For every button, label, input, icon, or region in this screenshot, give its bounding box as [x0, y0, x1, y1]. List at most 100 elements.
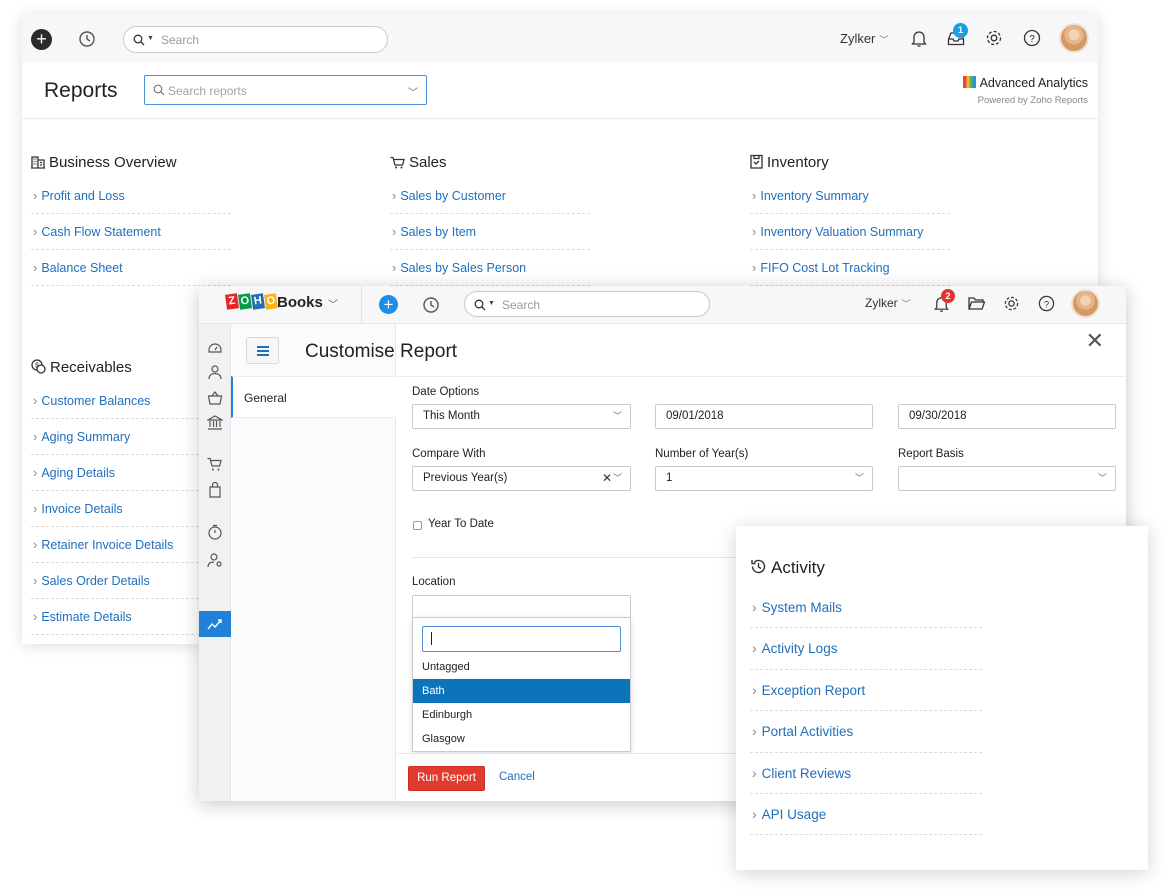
report-link[interactable]: › Customer Balances [31, 383, 199, 419]
report-link[interactable]: › Invoice Details [31, 491, 199, 527]
advanced-analytics-link[interactable]: Advanced Analytics Powered by Zoho Repor… [962, 76, 1088, 106]
org-switcher[interactable]: Zylker ﹀ [865, 296, 911, 310]
report-link[interactable]: › Cash Flow Statement [31, 214, 231, 250]
activity-link[interactable]: › System Mails [750, 587, 982, 629]
user-settings-icon[interactable] [207, 552, 223, 568]
report-link[interactable]: › FIFO Cost Lot Tracking [750, 250, 950, 286]
add-icon[interactable]: + [31, 29, 52, 50]
report-link-label: Invoice Details [41, 502, 123, 516]
product-name[interactable]: Books [277, 294, 323, 311]
chevron-right-icon: › [33, 429, 38, 444]
report-link[interactable]: › Aging Details [31, 455, 199, 491]
svg-text:?: ? [1044, 299, 1049, 310]
group-title: Receivables [50, 359, 132, 376]
history-icon[interactable] [422, 296, 440, 314]
activity-link-label: API Usage [761, 806, 827, 822]
to-date-input[interactable]: 09/30/2018 [898, 404, 1116, 429]
report-link[interactable]: › Aging Summary [31, 419, 199, 455]
from-date-input[interactable]: 09/01/2018 [655, 404, 873, 429]
gear-icon[interactable] [1003, 295, 1020, 312]
report-link[interactable]: › Inventory Valuation Summary [750, 214, 950, 250]
text-cursor [431, 632, 432, 645]
gear-icon[interactable] [985, 29, 1003, 47]
clear-icon[interactable]: ✕ [602, 467, 612, 490]
report-link[interactable]: › Balance Sheet [31, 250, 231, 286]
year-to-date-checkbox[interactable] [413, 521, 422, 530]
activity-window: Activity › System Mails › Activity Logs › E… [736, 526, 1148, 870]
activity-link-label: Activity Logs [761, 641, 838, 657]
chevron-right-icon: › [33, 609, 38, 624]
basket-icon[interactable] [207, 390, 223, 406]
menu-toggle-button[interactable] [246, 337, 279, 364]
activity-link[interactable]: › Exception Report [750, 670, 982, 712]
report-group-receivables: $ Receivables › Customer Balances › Aging S… [31, 358, 199, 635]
global-search-input[interactable]: ▼ Search [123, 26, 388, 53]
location-option-highlighted[interactable]: Bath [413, 679, 630, 703]
divider [397, 376, 1126, 377]
activity-link[interactable]: › API Usage [750, 794, 982, 836]
advanced-analytics-title: Advanced Analytics [979, 76, 1088, 90]
report-basis-select[interactable]: ﹀ [898, 466, 1116, 491]
location-option[interactable]: Glasgow [413, 727, 630, 751]
history-icon[interactable] [78, 30, 96, 48]
help-icon[interactable]: ? [1023, 29, 1041, 47]
avatar[interactable] [1059, 23, 1089, 53]
report-link-label: Sales by Sales Person [400, 261, 527, 275]
location-search-input[interactable] [422, 626, 621, 652]
global-search-input[interactable]: ▼ Search [464, 291, 710, 317]
search-icon [153, 84, 165, 96]
timer-icon[interactable] [207, 524, 223, 540]
report-link-label: Profit and Loss [41, 189, 125, 203]
group-title: Activity [771, 558, 825, 577]
reports-search-placeholder: Search reports [168, 84, 247, 98]
report-link[interactable]: › Sales by Item [390, 214, 590, 250]
report-link[interactable]: › Inventory Summary [750, 178, 950, 214]
run-report-button[interactable]: Run Report [408, 766, 485, 791]
reports-chart-icon[interactable] [207, 616, 223, 632]
location-dropdown: Untagged Bath Edinburgh Glasgow [412, 617, 631, 752]
report-link[interactable]: › Sales by Sales Person [390, 250, 590, 286]
report-link-label: Customer Balances [41, 394, 151, 408]
org-switcher[interactable]: Zylker ﹀ [840, 31, 888, 46]
search-placeholder: Search [502, 298, 541, 312]
chevron-down-icon[interactable]: ﹀ [328, 296, 338, 311]
report-link-label: Balance Sheet [41, 261, 123, 275]
number-of-years-select[interactable]: 1 ﹀ [655, 466, 873, 491]
dashboard-icon[interactable] [207, 339, 223, 355]
caret-down-icon: ▼ [147, 35, 154, 42]
date-options-select[interactable]: This Month ﹀ [412, 404, 631, 429]
bank-icon[interactable] [207, 415, 223, 431]
avatar[interactable] [1071, 289, 1100, 318]
add-icon[interactable]: + [379, 295, 398, 314]
folder-icon[interactable] [968, 296, 985, 311]
report-link[interactable]: › Sales by Customer [390, 178, 590, 214]
location-option[interactable]: Untagged [413, 655, 630, 679]
report-link[interactable]: › Sales Order Details [31, 563, 199, 599]
close-icon[interactable]: ✕ [1086, 328, 1104, 354]
compare-with-value: Previous Year(s) [423, 472, 508, 484]
report-link-label: FIFO Cost Lot Tracking [760, 261, 890, 275]
group-title: Sales [409, 154, 447, 171]
reports-search-input[interactable]: Search reports ﹀ [144, 75, 427, 105]
help-icon[interactable]: ? [1038, 295, 1055, 312]
bell-icon[interactable] [910, 29, 928, 48]
report-link-label: Sales by Customer [400, 189, 506, 203]
activity-link[interactable]: › Client Reviews [750, 753, 982, 794]
tab-general[interactable]: General [231, 376, 396, 418]
report-link[interactable]: › Retainer Invoice Details [31, 527, 199, 563]
bag-icon[interactable] [207, 482, 223, 498]
report-link-label: Aging Summary [41, 430, 131, 444]
contacts-icon[interactable] [207, 364, 223, 380]
activity-link[interactable]: › Activity Logs [750, 628, 982, 670]
search-icon [133, 34, 145, 46]
group-title: Inventory [767, 154, 829, 171]
location-label: Location [412, 576, 456, 588]
cancel-button[interactable]: Cancel [499, 771, 535, 783]
report-link[interactable]: › Profit and Loss [31, 178, 231, 214]
cart-icon[interactable] [207, 457, 223, 473]
compare-with-select[interactable]: Previous Year(s) ✕ ﹀ [412, 466, 631, 491]
activity-link[interactable]: › Portal Activities [750, 711, 982, 753]
zoho-logo[interactable]: Z O H O [225, 293, 278, 313]
location-option[interactable]: Edinburgh [413, 703, 630, 727]
report-link[interactable]: › Estimate Details [31, 599, 199, 635]
